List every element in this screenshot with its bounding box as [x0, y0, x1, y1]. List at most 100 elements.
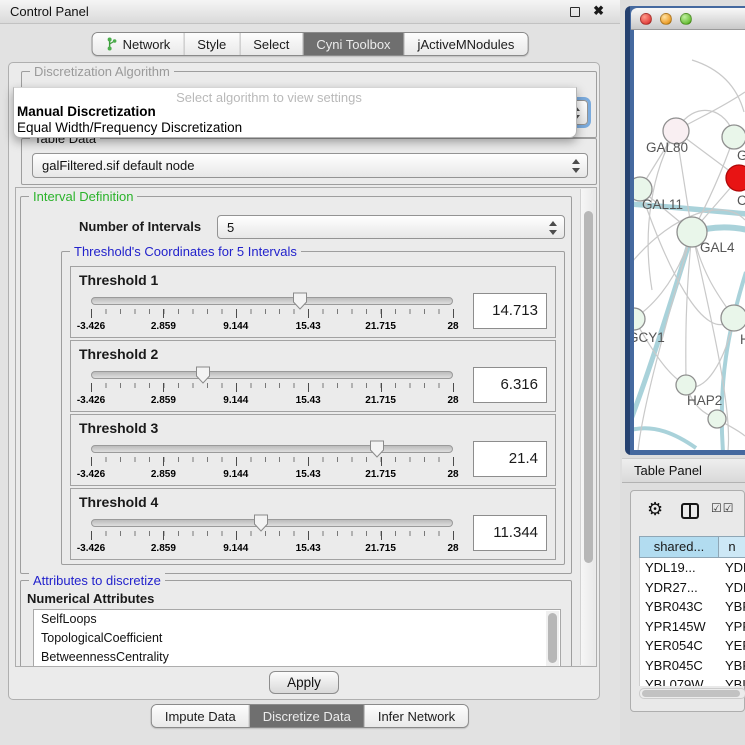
cell: YBR043C [640, 597, 720, 617]
gear-icon[interactable]: ⚙ [647, 499, 663, 520]
combo-stepper-icon [572, 158, 581, 174]
tab-label: Infer Network [378, 709, 455, 724]
slider-track[interactable] [91, 297, 453, 305]
slider-track[interactable] [91, 371, 453, 379]
tick-label: -3.426 [77, 395, 105, 406]
node-label-clipped: C [737, 193, 745, 208]
number-of-intervals-combobox[interactable]: 5 [217, 215, 565, 239]
scrollbar-thumb[interactable] [642, 690, 740, 697]
slider-track[interactable] [91, 519, 453, 527]
menu-item-equal-width-frequency[interactable]: Equal Width/Frequency Discretization [17, 120, 242, 135]
table-row[interactable]: YPR145W YPR1 [640, 617, 745, 637]
cell: YBR0 [720, 597, 745, 617]
tab-discretize-data[interactable]: Discretize Data [249, 705, 364, 727]
numerical-attributes-label: Numerical Attributes [27, 591, 154, 606]
table-panel: ⚙ ☑☑ shared... n YDL19... YDL1 YDR27... … [630, 490, 745, 712]
close-icon[interactable]: ✖ [593, 3, 604, 19]
tab-cyni-toolbox[interactable]: Cyni Toolbox [302, 33, 403, 55]
column-header-shared[interactable]: shared... [640, 537, 719, 557]
tab-jactivemnodules[interactable]: jActiveMNodules [404, 33, 528, 55]
tick-label: 15.43 [296, 543, 321, 554]
table-row[interactable]: YBR045C YBR0 [640, 656, 745, 676]
list-scrollbar[interactable] [546, 611, 559, 667]
table-data-combobox[interactable]: galFiltered.sif default node [32, 153, 588, 178]
tab-label: Cyni Toolbox [316, 37, 390, 52]
tab-impute-data[interactable]: Impute Data [152, 705, 249, 727]
tab-style[interactable]: Style [183, 33, 239, 55]
node-label-gcy1: GCY1 [634, 330, 665, 345]
table-row[interactable]: YDR27... YDR2 [640, 578, 745, 598]
slider-tick-labels: -3.426 2.859 9.144 15.43 21.715 28 [91, 395, 453, 407]
slider-track[interactable] [91, 445, 453, 453]
table-panel-title: Table Panel [634, 463, 702, 478]
cell: YDR2 [720, 578, 745, 598]
threshold-3-slider[interactable]: -3.426 2.859 9.144 15.43 21.715 28 [91, 445, 453, 485]
tab-label: jActiveMNodules [418, 37, 515, 52]
tick-label: 15.43 [296, 469, 321, 480]
slider-thumb[interactable] [369, 440, 385, 458]
slider-minor-ticks [91, 457, 453, 465]
column-header-name[interactable]: n [719, 537, 745, 557]
network-canvas[interactable]: GAL80 G C GAL11 GAL4 GCY1 H HAP2 [634, 30, 745, 450]
float-window-icon[interactable] [570, 7, 580, 17]
close-traffic-light[interactable] [640, 13, 652, 25]
screen: Control Panel ✖ Network Style Select Cyn… [0, 0, 745, 745]
threshold-3-value-field[interactable]: 21.4 [473, 441, 547, 477]
menu-item-manual-discretization[interactable]: Manual Discretization [17, 104, 156, 119]
interval-definition-group: Interval Definition Number of Intervals … [20, 196, 572, 574]
tick-label: 21.715 [365, 543, 396, 554]
table-panel-titlebar: Table Panel [622, 458, 745, 483]
list-item[interactable]: BetweennessCentrality [34, 648, 560, 667]
table-row[interactable]: YBR043C YBR0 [640, 597, 745, 617]
split-columns-icon[interactable] [681, 503, 699, 519]
threshold-1-value-field[interactable]: 14.713 [473, 293, 547, 329]
settings-scroll-area: Interval Definition Number of Intervals … [15, 187, 597, 667]
tab-label: Network [123, 37, 171, 52]
cell: YDL19... [640, 558, 720, 578]
threshold-4-value-field[interactable]: 11.344 [473, 515, 547, 551]
list-item[interactable]: SelfLoops [34, 610, 560, 629]
tick-label: -3.426 [77, 543, 105, 554]
tick-label: 9.144 [223, 321, 248, 332]
table-rows: YDL19... YDL1 YDR27... YDR2 YBR043C YBR0… [639, 558, 745, 686]
scrollbar-thumb[interactable] [584, 211, 593, 563]
node-label-clipped: G [737, 148, 745, 163]
table-row[interactable]: YER054C YER0 [640, 636, 745, 656]
attributes-group: Attributes to discretize Numerical Attri… [20, 580, 572, 667]
threshold-2-value-field[interactable]: 6.316 [473, 367, 547, 403]
cell: YDL1 [720, 558, 745, 578]
slider-thumb[interactable] [195, 366, 211, 384]
slider-tick-labels: -3.426 2.859 9.144 15.43 21.715 28 [91, 321, 453, 333]
table-row[interactable]: YBL079W YBL0 [640, 675, 745, 686]
tick-label: 28 [447, 469, 458, 480]
slider-thumb[interactable] [292, 292, 308, 310]
table-data-value: galFiltered.sif default node [42, 158, 194, 173]
threshold-4-slider[interactable]: -3.426 2.859 9.144 15.43 21.715 28 [91, 519, 453, 559]
vertical-scrollbar[interactable] [580, 189, 595, 665]
tick-label: 2.859 [151, 469, 176, 480]
threshold-2-panel: Threshold 2 [70, 340, 556, 412]
tab-network[interactable]: Network [93, 33, 184, 55]
apply-button[interactable]: Apply [269, 671, 339, 694]
checkbox-icons[interactable]: ☑☑ [711, 501, 735, 515]
slider-thumb[interactable] [253, 514, 269, 532]
cell: YPR145W [640, 617, 720, 637]
group-title: Discretization Algorithm [30, 64, 174, 79]
cell: YDR27... [640, 578, 720, 598]
threshold-label: Threshold 2 [79, 346, 158, 362]
number-of-intervals-value: 5 [227, 220, 234, 235]
minimize-traffic-light[interactable] [660, 13, 672, 25]
threshold-2-slider[interactable]: -3.426 2.859 9.144 15.43 21.715 28 [91, 371, 453, 411]
tab-infer-network[interactable]: Infer Network [364, 705, 468, 727]
threshold-1-slider[interactable]: -3.426 2.859 9.144 15.43 21.715 28 [91, 297, 453, 337]
slider-minor-ticks [91, 309, 453, 317]
group-title: Interval Definition [29, 189, 137, 204]
horizontal-scrollbar[interactable] [639, 688, 745, 699]
cell: YPR1 [720, 617, 745, 637]
list-item[interactable]: TopologicalCoefficient [34, 629, 560, 648]
zoom-traffic-light[interactable] [680, 13, 692, 25]
table-row[interactable]: YDL19... YDL1 [640, 558, 745, 578]
tab-select[interactable]: Select [239, 33, 302, 55]
table-data-group: Table Data galFiltered.sif default node [21, 138, 597, 185]
cell: YBR0 [720, 656, 745, 676]
